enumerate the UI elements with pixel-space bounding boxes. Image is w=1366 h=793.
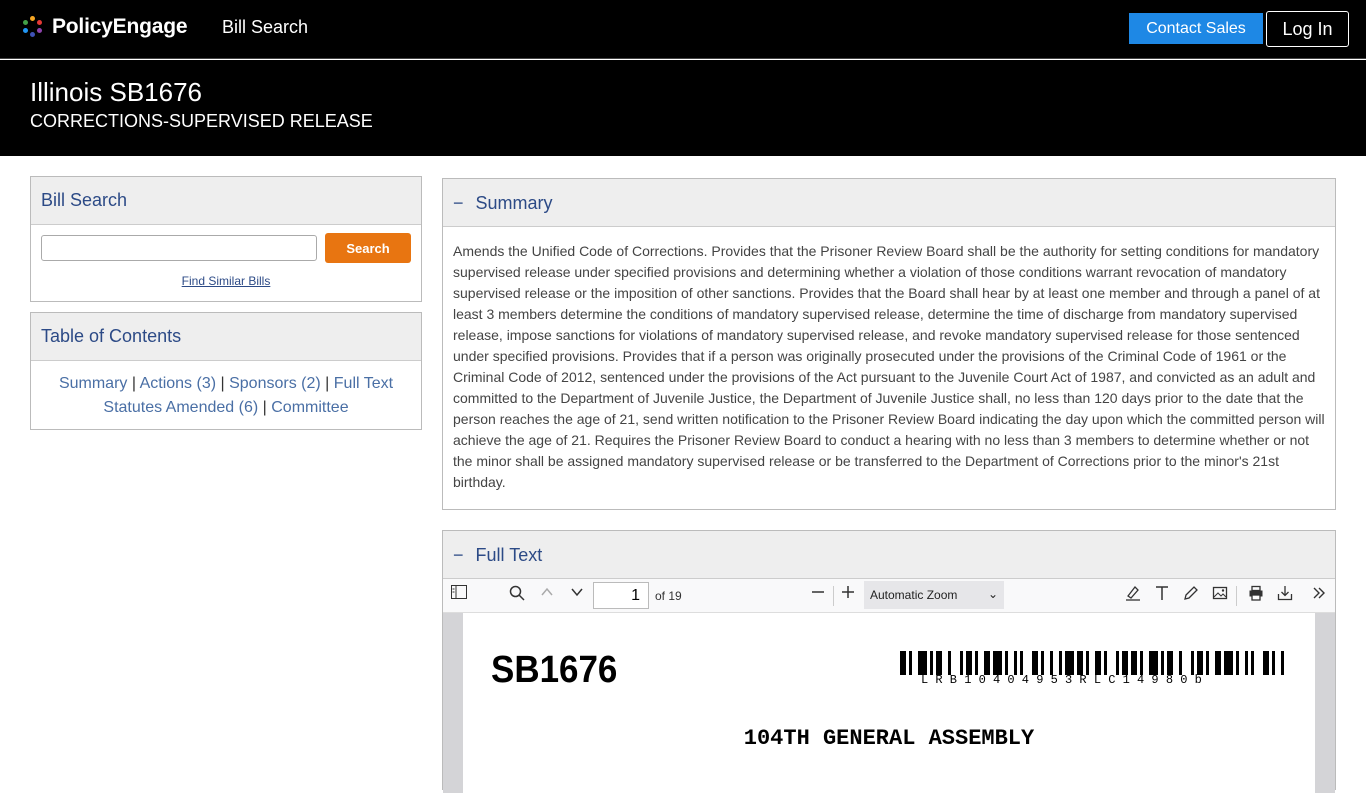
highlight-icon[interactable] bbox=[1123, 585, 1143, 605]
summary-header[interactable]: − Summary bbox=[443, 179, 1335, 227]
full-text-heading: Full Text bbox=[475, 545, 543, 565]
zoom-in-icon[interactable] bbox=[838, 585, 858, 605]
toc-sponsors-link[interactable]: Sponsors (2) bbox=[229, 375, 321, 392]
zoom-select[interactable]: Automatic Zoom ⌄ bbox=[864, 581, 1004, 609]
barcode-stripe bbox=[1023, 651, 1032, 675]
search-button[interactable]: Search bbox=[325, 233, 411, 263]
draw-icon[interactable] bbox=[1181, 585, 1201, 605]
pdf-page: SB1676 LRB10404953RLC14980b 104TH GENERA… bbox=[463, 613, 1315, 793]
text-icon[interactable] bbox=[1152, 585, 1172, 605]
pdf-viewer[interactable]: SB1676 LRB10404953RLC14980b 104TH GENERA… bbox=[443, 613, 1335, 793]
print-icon[interactable] bbox=[1246, 585, 1266, 605]
document-bill-number: SB1676 bbox=[491, 649, 618, 691]
barcode-stripe bbox=[1254, 651, 1263, 675]
summary-text: Amends the Unified Code of Corrections. … bbox=[453, 243, 1325, 490]
barcode-stripe bbox=[951, 651, 960, 675]
bill-search-heading: Bill Search bbox=[31, 177, 421, 225]
search-icon[interactable] bbox=[507, 585, 527, 605]
logo-icon bbox=[22, 16, 44, 38]
toc-separator: | bbox=[262, 399, 267, 416]
pdf-toolbar: of 19 Automatic Zoom ⌄ bbox=[443, 579, 1335, 613]
barcode-stripe bbox=[1224, 651, 1233, 675]
bill-header: Illinois SB1676 CORRECTIONS-SUPERVISED R… bbox=[0, 60, 1366, 156]
top-nav: PolicyEngage Bill Search Contact Sales L… bbox=[0, 0, 1366, 59]
barcode-stripe bbox=[1065, 651, 1074, 675]
sidebar-toggle-icon[interactable] bbox=[449, 585, 469, 605]
toc-separator: | bbox=[131, 375, 137, 392]
toc-full-text-link[interactable]: Full Text bbox=[334, 375, 393, 392]
full-text-header[interactable]: − Full Text bbox=[443, 531, 1335, 579]
download-icon[interactable] bbox=[1275, 585, 1295, 605]
barcode-text: LRB10404953RLC14980b bbox=[921, 673, 1210, 687]
barcode-stripe bbox=[1281, 651, 1284, 675]
find-similar-bills-link[interactable]: Find Similar Bills bbox=[31, 274, 421, 288]
page-count: of 19 bbox=[655, 589, 682, 603]
toc-separator: | bbox=[220, 375, 225, 392]
barcode-stripe bbox=[1149, 651, 1158, 675]
brand-logo[interactable]: PolicyEngage bbox=[22, 15, 188, 39]
login-button[interactable]: Log In bbox=[1266, 11, 1349, 47]
summary-heading: Summary bbox=[475, 193, 553, 213]
more-tools-icon[interactable] bbox=[1309, 585, 1329, 605]
zoom-out-icon[interactable] bbox=[808, 585, 828, 605]
toc-statutes-amended-link[interactable]: Statutes Amended (6) bbox=[103, 399, 258, 416]
chevron-up-icon[interactable] bbox=[537, 585, 557, 605]
barcode-stripe bbox=[918, 651, 927, 675]
document-assembly-heading: 104TH GENERAL ASSEMBLY bbox=[743, 726, 1035, 751]
barcode-stripe bbox=[1107, 651, 1116, 675]
toc-committee-link[interactable]: Committee bbox=[271, 399, 348, 416]
collapse-icon[interactable]: − bbox=[453, 193, 464, 213]
contact-sales-button[interactable]: Contact Sales bbox=[1129, 13, 1263, 44]
page-number-input[interactable] bbox=[593, 582, 649, 609]
image-icon[interactable] bbox=[1210, 585, 1230, 605]
toc-links: Summary | Actions (3) | Sponsors (2) | F… bbox=[31, 361, 421, 420]
nav-bill-search-link[interactable]: Bill Search bbox=[222, 17, 308, 38]
page-title: Illinois SB1676 bbox=[30, 77, 202, 107]
bill-search-panel: Bill Search Search Find Similar Bills bbox=[30, 176, 422, 302]
chevron-down-icon[interactable] bbox=[567, 585, 587, 605]
toc-summary-link[interactable]: Summary bbox=[59, 375, 127, 392]
barcode-stripe bbox=[1182, 651, 1191, 675]
brand-name: PolicyEngage bbox=[52, 15, 188, 38]
table-of-contents-panel: Table of Contents Summary | Actions (3) … bbox=[30, 312, 422, 430]
toc-heading: Table of Contents bbox=[31, 313, 421, 361]
barcode-stripe bbox=[993, 651, 1002, 675]
zoom-value: Automatic Zoom bbox=[870, 588, 958, 602]
full-text-section: −Full Text of 19 Automatic Zoom ⌄ bbox=[442, 530, 1336, 793]
bill-search-input[interactable] bbox=[41, 235, 317, 261]
collapse-icon[interactable]: − bbox=[453, 545, 464, 565]
summary-section: − Summary Amends the Unified Code of Corr… bbox=[442, 178, 1336, 510]
barcode-image bbox=[900, 651, 1284, 675]
toc-separator: | bbox=[325, 375, 330, 392]
chevron-down-icon: ⌄ bbox=[987, 587, 998, 601]
page-subtitle: CORRECTIONS-SUPERVISED RELEASE bbox=[30, 111, 373, 131]
toc-actions-link[interactable]: Actions (3) bbox=[140, 375, 216, 392]
